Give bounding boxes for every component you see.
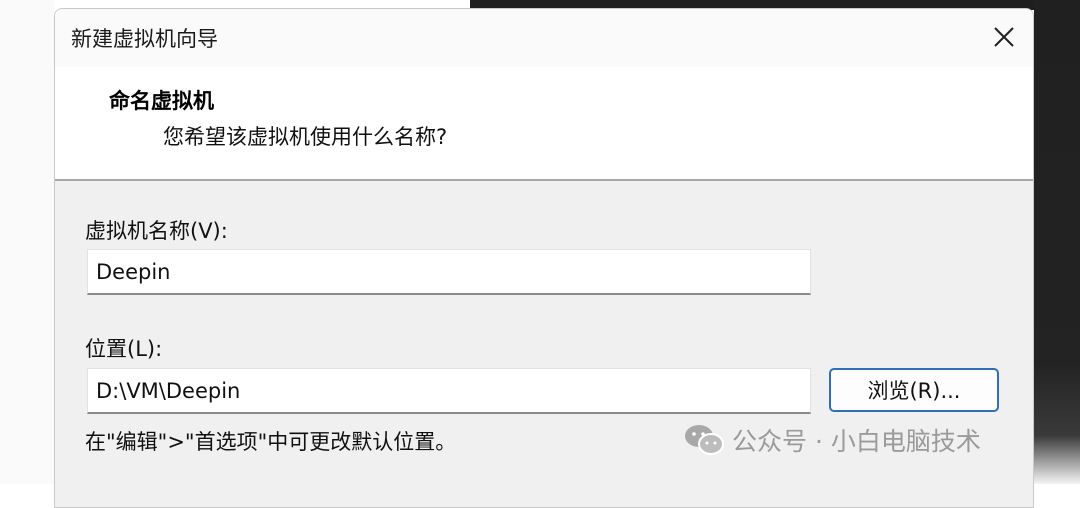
vm-name-label: 虚拟机名称(V): <box>85 219 228 243</box>
watermark: 公众号 · 小白电脑技术 <box>684 422 981 458</box>
wizard-header: 命名虚拟机 您希望该虚拟机使用什么名称? <box>55 67 1033 181</box>
default-location-hint: 在"编辑">"首选项"中可更改默认位置。 <box>85 430 457 454</box>
location-input[interactable] <box>87 368 811 414</box>
watermark-text: 公众号 · 小白电脑技术 <box>732 427 981 456</box>
close-icon <box>994 27 1014 47</box>
header-subtitle: 您希望该虚拟机使用什么名称? <box>163 125 448 149</box>
close-button[interactable] <box>975 9 1033 65</box>
window-title: 新建虚拟机向导 <box>71 27 218 51</box>
browse-button[interactable]: 浏览(R)... <box>829 368 999 412</box>
location-label: 位置(L): <box>85 337 163 361</box>
desktop-background-right <box>1034 0 1080 484</box>
header-title: 命名虚拟机 <box>109 89 214 113</box>
wechat-icon <box>685 425 724 455</box>
title-bar: 新建虚拟机向导 <box>55 9 1033 67</box>
vm-name-input[interactable] <box>87 249 811 295</box>
desktop-background-left <box>0 0 54 484</box>
